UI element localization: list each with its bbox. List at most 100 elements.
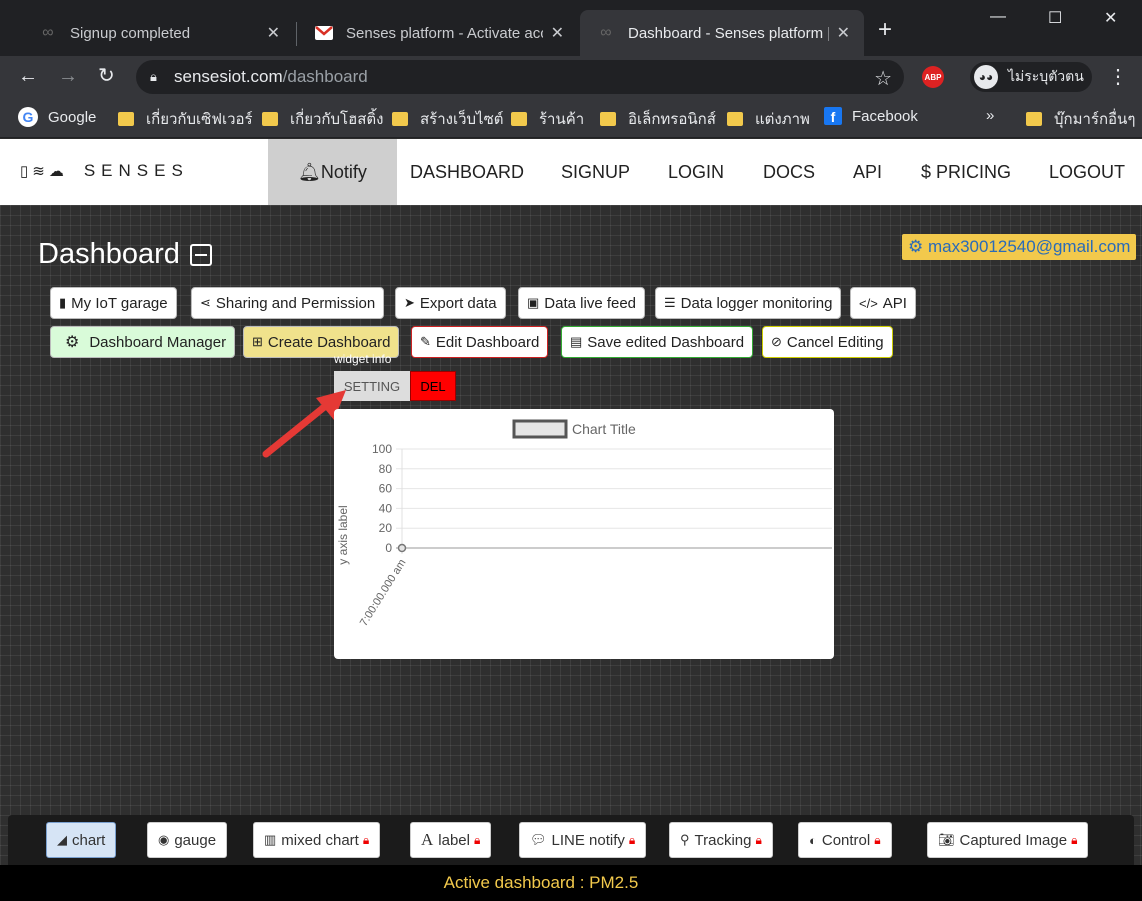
bookmark-folder[interactable]: เกี่ยวกับเซิฟเวอร์ bbox=[118, 107, 253, 131]
nav-logout[interactable]: LOGOUT bbox=[1049, 139, 1125, 205]
share-icon: ⋖ bbox=[200, 295, 211, 310]
adblock-extension-icon[interactable]: ABP bbox=[922, 66, 944, 88]
bookmark-label: สร้างเว็บไซต์ bbox=[420, 111, 504, 128]
button-label: Captured Image bbox=[959, 831, 1068, 849]
y-tick-label: 40 bbox=[379, 501, 393, 515]
folder-icon bbox=[392, 112, 408, 126]
data-live-feed-button[interactable]: ▣ Data live feed bbox=[518, 287, 646, 319]
tab-activate-account[interactable]: Senses platform - Activate acco ✕ bbox=[298, 10, 578, 56]
bookmark-folder[interactable]: สร้างเว็บไซต์ bbox=[392, 107, 504, 131]
nav-pricing[interactable]: $ PRICING bbox=[921, 139, 1011, 205]
bookmark-folder[interactable]: อิเล็กทรอนิกส์ bbox=[600, 107, 716, 131]
back-icon[interactable]: ← bbox=[18, 64, 38, 88]
bookmark-google[interactable]: G Google bbox=[18, 107, 96, 127]
edit-dashboard-button[interactable]: ✎ Edit Dashboard bbox=[411, 326, 549, 358]
export-data-button[interactable]: ➤ Export data bbox=[395, 287, 506, 319]
button-label: Cancel Editing bbox=[786, 333, 884, 351]
add-line-notify-widget-button[interactable]: 💬︎ LINE notify 🔒︎ bbox=[519, 822, 647, 858]
bookmark-label: ร้านค้า bbox=[539, 111, 585, 128]
map-marker-icon: ⚲ bbox=[680, 832, 690, 847]
incognito-profile-button[interactable]: ◕◕ ไม่ระบุตัวตน bbox=[970, 62, 1092, 92]
add-captured-image-widget-button[interactable]: 📷︎ Captured Image 🔒︎ bbox=[927, 822, 1089, 858]
toggle-icon: ◐ bbox=[809, 832, 817, 848]
bookmark-folder[interactable]: แต่งภาพ bbox=[727, 107, 810, 131]
data-logger-monitoring-button[interactable]: ☰ Data logger monitoring bbox=[655, 287, 842, 319]
add-tracking-widget-button[interactable]: ⚲ Tracking 🔒︎ bbox=[669, 822, 773, 858]
bookmark-label: Facebook bbox=[852, 107, 918, 125]
facebook-icon: f bbox=[824, 107, 842, 125]
legend-swatch[interactable] bbox=[512, 419, 568, 439]
close-icon[interactable]: ✕ bbox=[837, 23, 850, 43]
bookmark-star-icon[interactable]: ☆ bbox=[874, 66, 892, 91]
tab-signup-completed[interactable]: ∞ Signup completed ✕ bbox=[22, 10, 294, 56]
lock-icon: 🔒︎ bbox=[874, 832, 881, 847]
maximize-icon[interactable]: ☐ bbox=[1048, 8, 1062, 28]
new-tab-icon[interactable]: + bbox=[878, 18, 892, 42]
google-icon: G bbox=[18, 107, 38, 127]
incognito-icon: ◕◕ bbox=[974, 65, 998, 89]
my-iot-garage-button[interactable]: ▮ My IoT garage bbox=[50, 287, 177, 319]
site-navbar: ▯≋☁ SENSES 🔔︎ Notify DASHBOARD SIGNUP LOG… bbox=[0, 139, 1142, 205]
tab-dashboard[interactable]: ∞ Dashboard - Senses platform | ✕ bbox=[580, 10, 864, 56]
y-tick-label: 20 bbox=[379, 521, 393, 535]
data-point[interactable] bbox=[397, 543, 407, 553]
address-bar[interactable]: 🔒︎ sensesiot.com/dashboard ☆ bbox=[136, 60, 904, 94]
cancel-editing-button[interactable]: ⊘ Cancel Editing bbox=[762, 326, 893, 358]
widget-info-label: widget info bbox=[334, 352, 392, 366]
nav-docs[interactable]: DOCS bbox=[763, 139, 815, 205]
user-email-badge[interactable]: ⚙ max30012540@gmail.com bbox=[902, 234, 1137, 260]
close-icon[interactable]: ✕ bbox=[267, 23, 280, 43]
nav-login[interactable]: LOGIN bbox=[668, 139, 724, 205]
browser-tab-strip: ∞ Signup completed ✕ Senses platform - A… bbox=[0, 0, 1142, 56]
add-control-widget-button[interactable]: ◐ Control 🔒︎ bbox=[798, 822, 892, 858]
edit-icon: ✎ bbox=[420, 334, 431, 349]
brand-logo[interactable]: ▯≋☁ SENSES bbox=[20, 161, 189, 181]
save-edited-dashboard-button[interactable]: ▤ Save edited Dashboard bbox=[561, 326, 754, 358]
bell-icon: 🔔︎ bbox=[298, 161, 321, 182]
lock-icon: 🔒︎ bbox=[1071, 832, 1078, 847]
browser-menu-icon[interactable]: ⋮ bbox=[1108, 64, 1128, 89]
api-button[interactable]: </> API bbox=[850, 287, 916, 319]
button-label: LINE notify bbox=[551, 831, 625, 849]
button-label: Sharing and Permission bbox=[215, 294, 376, 312]
button-label: label bbox=[438, 831, 470, 849]
chart-widget[interactable]: Chart Title y axis label 100 80 60 40 20 0 7:… bbox=[334, 409, 834, 659]
bookmark-other[interactable]: บุ๊กมาร์กอื่นๆ bbox=[1026, 107, 1135, 131]
device-wifi-cloud-icon: ▯≋☁ bbox=[20, 163, 68, 180]
close-icon[interactable]: ✕ bbox=[551, 23, 564, 43]
code-icon: </> bbox=[859, 295, 878, 311]
button-label: Data logger monitoring bbox=[680, 294, 833, 312]
nav-notify[interactable]: 🔔︎ Notify bbox=[268, 139, 397, 205]
nav-signup[interactable]: SIGNUP bbox=[561, 139, 630, 205]
bookmark-label: บุ๊กมาร์กอื่นๆ bbox=[1054, 111, 1136, 128]
y-tick-label: 100 bbox=[372, 442, 392, 456]
add-mixed-chart-widget-button[interactable]: ▥ mixed chart 🔒︎ bbox=[253, 822, 381, 858]
widget-delete-button[interactable]: DEL bbox=[410, 371, 456, 401]
gear-icon: ⚙ bbox=[65, 334, 80, 351]
nav-dashboard[interactable]: DASHBOARD bbox=[410, 139, 524, 205]
add-gauge-widget-button[interactable]: ◉ gauge bbox=[147, 822, 228, 858]
folder-icon bbox=[1026, 112, 1042, 126]
tab-title: Dashboard - Senses platform | bbox=[628, 24, 829, 42]
nav-api[interactable]: API bbox=[853, 139, 882, 205]
bookmark-label: เกี่ยวกับเซิฟเวอร์ bbox=[146, 111, 253, 128]
tab-title: Signup completed bbox=[70, 24, 191, 42]
add-label-widget-button[interactable]: Alabel 🔒︎ bbox=[410, 822, 492, 858]
bookmark-folder[interactable]: เกี่ยวกับโฮสติ้ง bbox=[262, 107, 383, 131]
collapse-icon[interactable] bbox=[189, 243, 212, 266]
bookmark-facebook[interactable]: f Facebook bbox=[824, 107, 918, 125]
dashboard-manager-button[interactable]: ⚙ Dashboard Manager bbox=[50, 326, 236, 358]
line-chart: Chart Title y axis label 100 80 60 40 20 0 7:… bbox=[336, 419, 832, 628]
window-close-icon[interactable]: ✕ bbox=[1104, 8, 1117, 28]
minimize-icon[interactable]: — bbox=[990, 8, 1006, 26]
add-chart-widget-button[interactable]: ◢ chart bbox=[46, 822, 117, 858]
forward-icon[interactable]: → bbox=[58, 64, 78, 88]
sharing-permission-button[interactable]: ⋖ Sharing and Permission bbox=[191, 287, 385, 319]
bookmark-folder[interactable]: ร้านค้า bbox=[511, 107, 584, 131]
dollar-icon: $ bbox=[921, 161, 937, 182]
reload-icon[interactable]: ↻ bbox=[98, 64, 115, 88]
bookmarks-overflow-icon[interactable]: » bbox=[986, 107, 994, 124]
bookmark-label: เกี่ยวกับโฮสติ้ง bbox=[290, 111, 384, 128]
bookmark-label: Google bbox=[48, 108, 97, 126]
tab-divider bbox=[296, 22, 297, 46]
